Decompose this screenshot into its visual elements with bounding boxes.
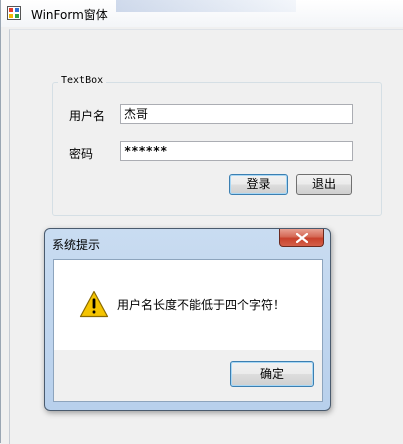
dialog-title: 系统提示 xyxy=(52,238,101,252)
username-input[interactable]: 杰哥 xyxy=(120,104,353,124)
title-bar[interactable]: WinForm窗体 xyxy=(1,0,403,27)
close-icon xyxy=(296,233,308,243)
form-app-icon xyxy=(7,6,21,20)
message-dialog: 系统提示 用户名长度不能低于四个字符！ 确定 xyxy=(44,228,331,411)
ok-button[interactable]: 确定 xyxy=(230,361,314,387)
dialog-footer: 确定 xyxy=(53,350,323,402)
dialog-body: 用户名长度不能低于四个字符！ xyxy=(53,259,323,351)
background-window-ghost xyxy=(116,0,296,12)
main-window: WinForm窗体 TextBox 用户名 杰哥 密码 ****** 登录 退出… xyxy=(0,0,403,444)
password-label: 密码 xyxy=(69,147,94,161)
exit-button[interactable]: 退出 xyxy=(296,174,352,195)
groupbox-title: TextBox xyxy=(58,75,107,86)
warning-icon xyxy=(79,290,109,318)
close-button[interactable] xyxy=(279,229,324,247)
window-title: WinForm窗体 xyxy=(31,8,108,22)
password-input[interactable]: ****** xyxy=(120,141,353,161)
dialog-message: 用户名长度不能低于四个字符！ xyxy=(117,298,286,312)
login-button[interactable]: 登录 xyxy=(229,174,288,195)
username-label: 用户名 xyxy=(69,109,106,123)
